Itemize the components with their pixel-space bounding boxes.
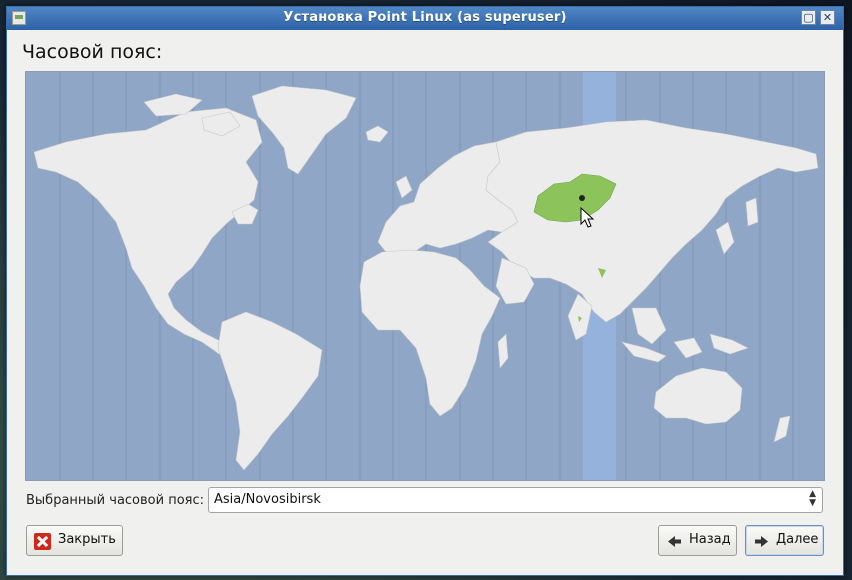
timezone-select[interactable]: Asia/Novosibirsk ▲ ▼ <box>208 487 823 513</box>
select-updown-icon: ▲ ▼ <box>809 489 816 508</box>
arrow-left-icon <box>666 533 683 550</box>
arrow-right-icon <box>753 533 770 550</box>
window-title: Установка Point Linux (as superuser) <box>283 10 567 25</box>
timezone-select-value: Asia/Novosibirsk <box>214 492 321 507</box>
city-marker <box>579 195 585 201</box>
close-icon <box>34 533 51 550</box>
timezone-map[interactable] <box>25 71 825 481</box>
timezone-label: Выбранный часовой пояс: <box>26 493 205 508</box>
maximize-button[interactable]: ▢ <box>801 10 816 25</box>
page-title: Часовой пояс: <box>22 41 163 63</box>
close-button[interactable]: Закрыть <box>26 525 123 556</box>
window-close-button[interactable]: ✕ <box>820 10 835 25</box>
next-button[interactable]: Далее <box>745 525 824 556</box>
next-button-label: Далее <box>776 532 819 547</box>
back-button-label: Назад <box>689 532 731 547</box>
close-button-label: Закрыть <box>58 532 116 547</box>
installer-window: Установка Point Linux (as superuser) ▢ ✕… <box>6 6 844 576</box>
back-button[interactable]: Назад <box>658 525 737 556</box>
title-bar[interactable]: Установка Point Linux (as superuser) ▢ ✕ <box>7 7 843 30</box>
